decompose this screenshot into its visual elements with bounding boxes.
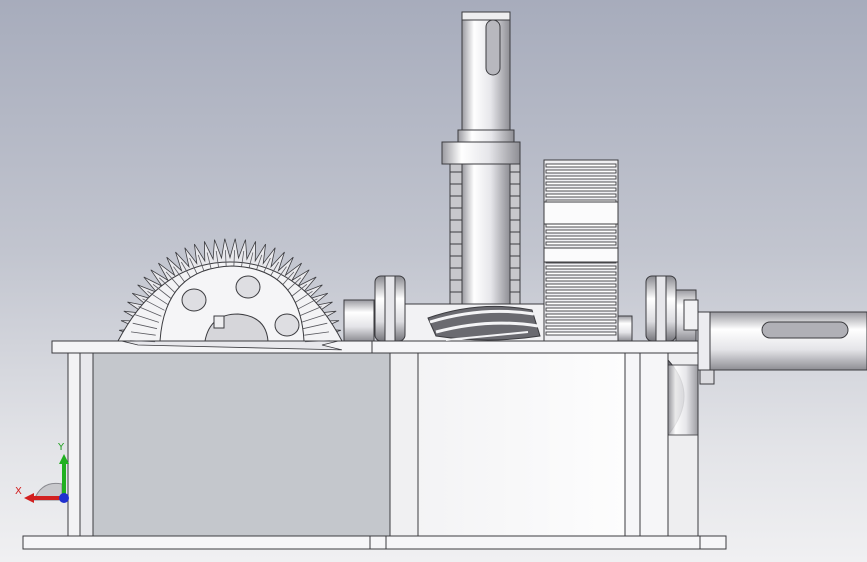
spur-tooth [545,193,617,198]
spur-tooth [545,325,617,330]
spur-gear [543,159,633,342]
cad-assembly-view [22,11,867,550]
spur-tooth [545,175,617,180]
spur-tooth [545,169,617,174]
vertical-shaft [441,11,521,305]
spur-tooth [545,301,617,306]
spur-tooth [545,283,617,288]
spur-tooth [545,229,617,234]
spur-tooth [545,313,617,318]
housing-left-block [51,340,393,537]
spur-tooth [545,295,617,300]
z-axis-dot [59,493,69,503]
triad-y-label: Y [58,442,65,453]
spur-tooth [545,331,617,336]
spur-tooth [545,319,617,324]
spur-tooth [545,187,617,192]
spur-tooth [545,271,617,276]
spur-tooth [545,265,617,270]
triad-x-label: X [15,486,22,497]
spur-tooth [545,163,617,168]
housing-base-plate [22,535,727,550]
spur-tooth [545,289,617,294]
coordinate-triad [24,454,69,503]
bearing-left [374,275,406,342]
bevel-gear [117,238,343,351]
spur-tooth [545,235,617,240]
spur-tooth [545,181,617,186]
bearing-right [645,275,699,342]
housing-right-block [371,340,701,537]
spur-tooth [545,307,617,312]
graphics-viewport[interactable]: Y X [0,0,867,562]
spur-tooth [545,241,617,246]
spur-tooth [545,277,617,282]
output-shaft [697,311,867,385]
